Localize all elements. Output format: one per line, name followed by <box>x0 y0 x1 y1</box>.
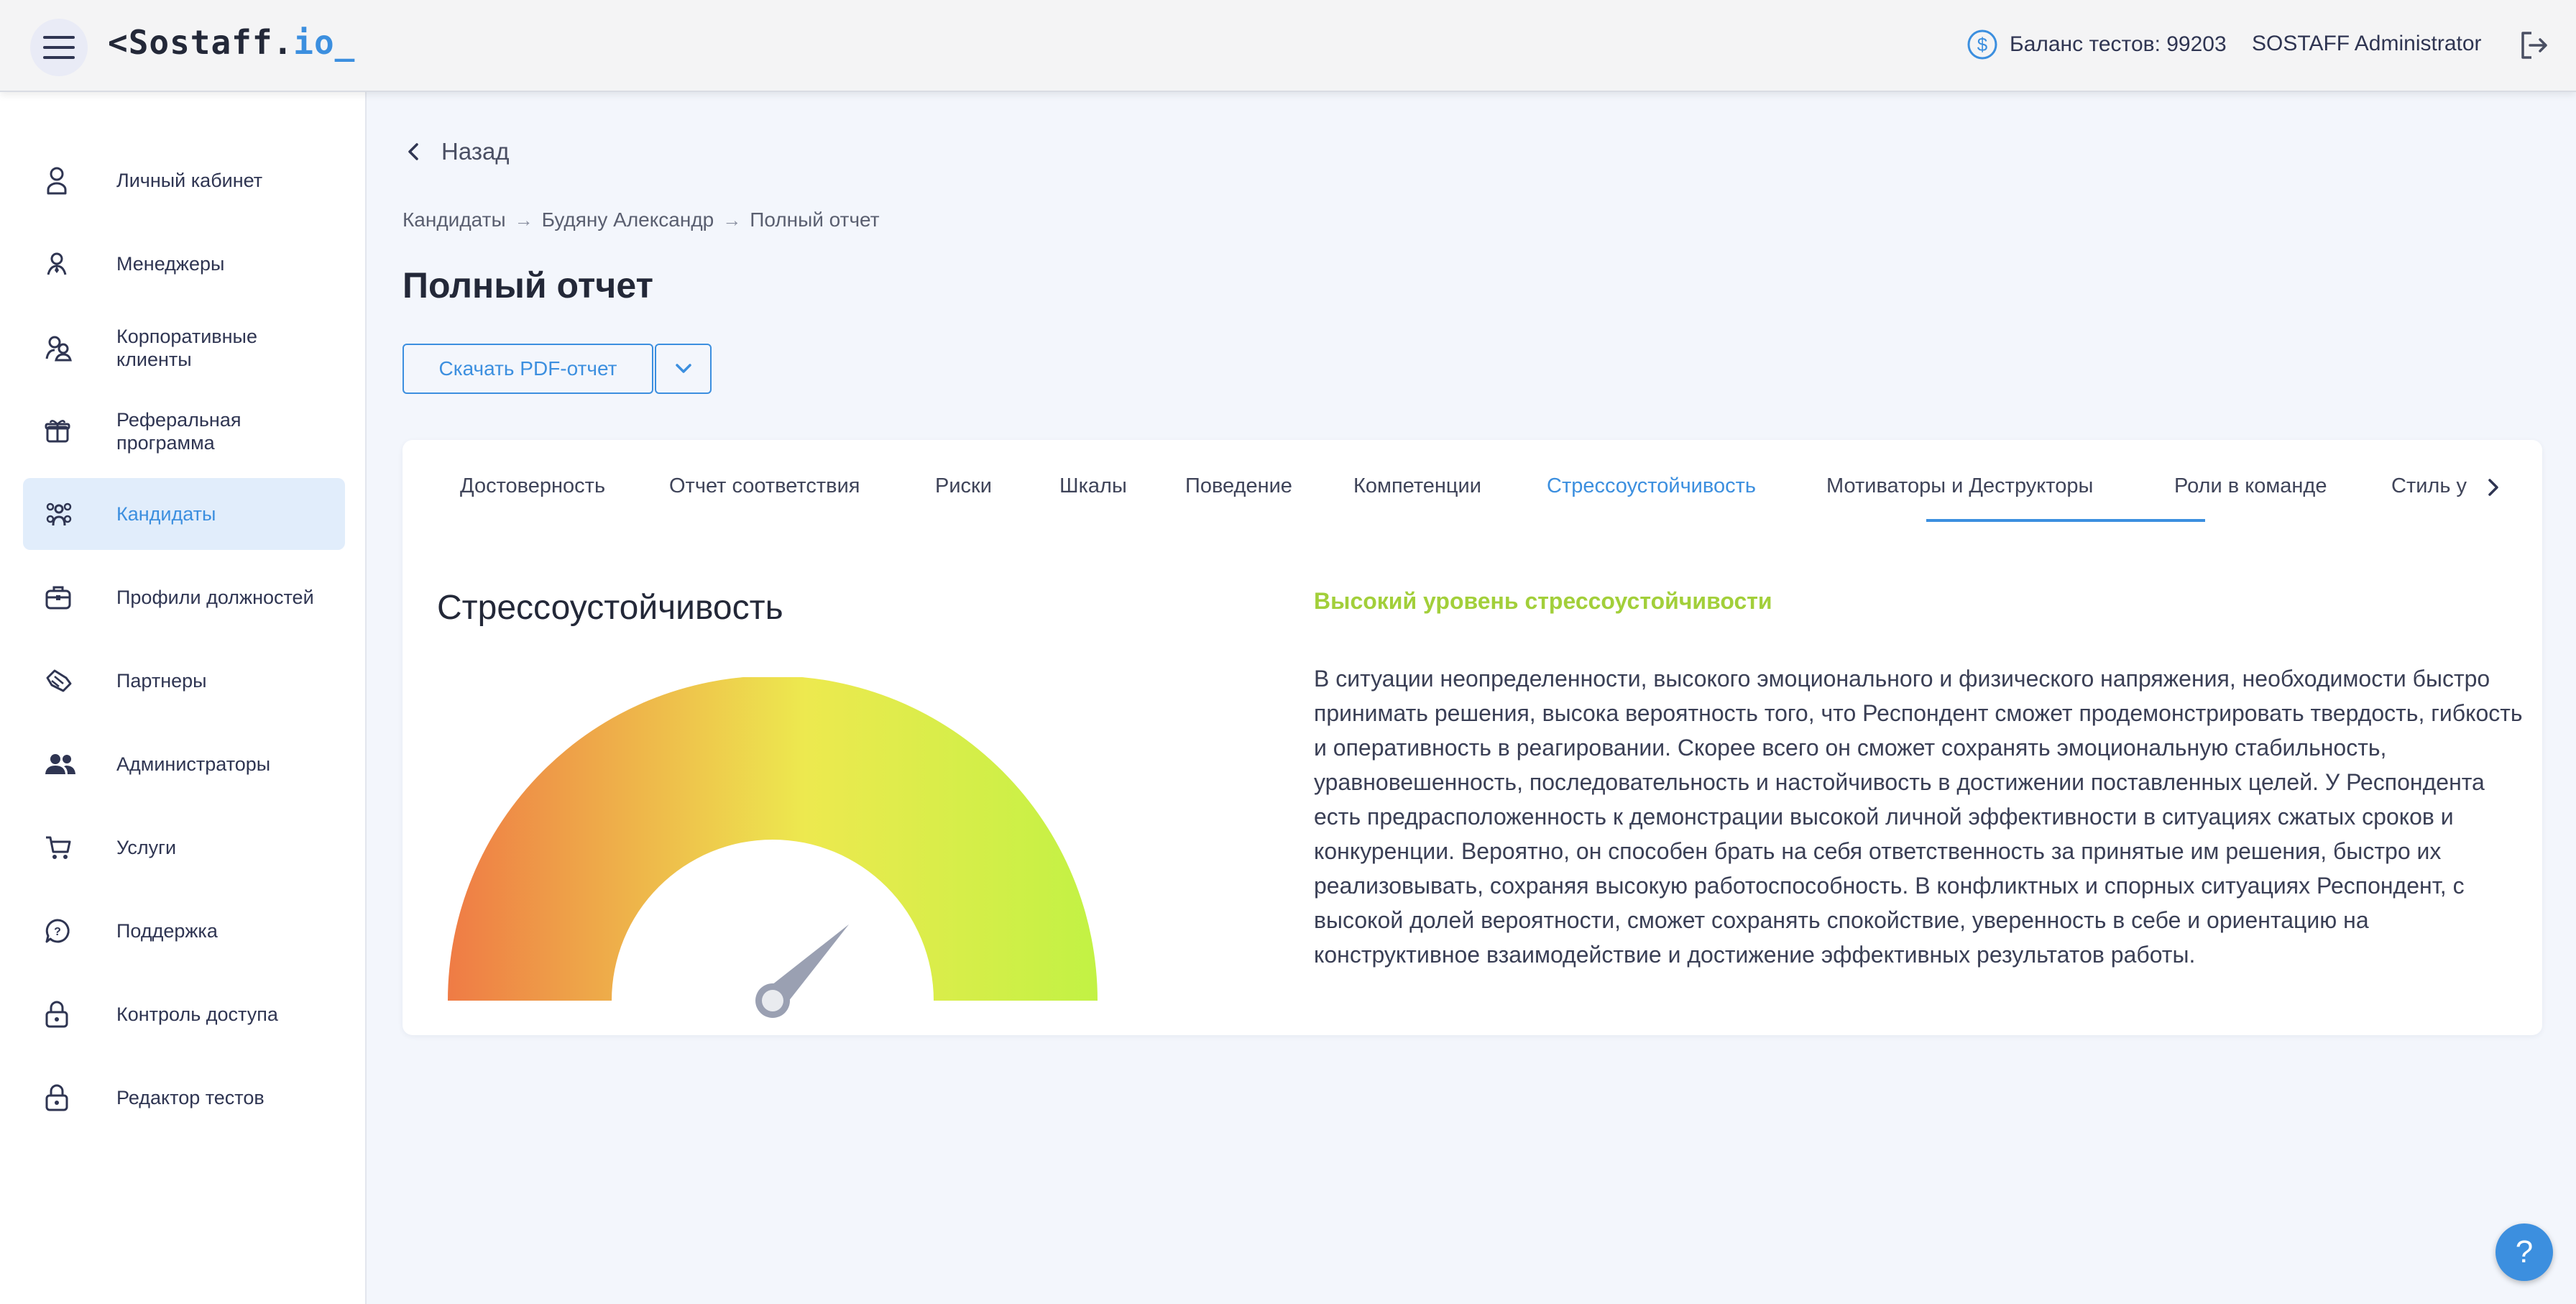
active-tab-indicator <box>1926 519 2205 522</box>
sidebar-item-label: Личный кабинет <box>116 170 263 191</box>
clients-icon <box>45 334 93 362</box>
back-link[interactable]: Назад <box>407 138 510 165</box>
lock-icon <box>45 1084 93 1111</box>
pdf-options-button[interactable] <box>655 344 712 394</box>
sidebar-item-job-profiles[interactable]: Профили должностей <box>23 561 345 633</box>
support-icon: ? <box>45 918 93 944</box>
hamburger-icon <box>43 36 75 59</box>
top-bar: <Sostaff.io_ $ Баланс тестов: 99203 SOST… <box>0 0 2576 92</box>
sidebar-item-administrators[interactable]: Администраторы <box>23 728 345 800</box>
logout-button[interactable] <box>2518 30 2549 64</box>
sidebar-item-label: Корпоративные клиенты <box>116 326 257 370</box>
sidebar-item-label: Поддержка <box>116 920 218 942</box>
tab-motivators-destructors[interactable]: Мотиваторы и Деструкторы <box>1826 474 2093 498</box>
tab-behavior[interactable]: Поведение <box>1185 474 1292 498</box>
help-button[interactable]: ? <box>2496 1223 2553 1281</box>
stress-description: В ситуации неопределенности, высокого эм… <box>1314 666 2523 968</box>
sidebar-item-label: Услуги <box>116 837 177 858</box>
app-logo[interactable]: <Sostaff.io_ <box>108 23 355 62</box>
sidebar-item-test-editor[interactable]: Редактор тестов <box>23 1062 345 1134</box>
lock-icon <box>45 1001 93 1028</box>
report-card: Достоверность Отчет соответствия Риски Ш… <box>402 440 2542 1035</box>
breadcrumb: Кандидаты → Будяну Александр → Полный от… <box>402 208 880 231</box>
sidebar-item-support[interactable]: ? Поддержка <box>23 895 345 967</box>
tab-competencies[interactable]: Компетенции <box>1353 474 1481 498</box>
chevron-left-icon <box>408 143 418 160</box>
arrow-right-icon: → <box>514 208 533 231</box>
sidebar-item-label: Партнеры <box>116 670 207 692</box>
sidebar-item-services[interactable]: Услуги <box>23 812 345 883</box>
tabs-scroll-right-button[interactable] <box>2487 477 2500 501</box>
sidebar-item-candidates[interactable]: Кандидаты <box>23 478 345 550</box>
arrow-right-icon: → <box>722 208 742 231</box>
report-tabs: Достоверность Отчет соответствия Риски Ш… <box>402 440 2542 523</box>
cart-icon <box>45 835 93 860</box>
sidebar-item-label: Администраторы <box>116 753 271 775</box>
sidebar-item-personal-account[interactable]: Личный кабинет <box>23 144 345 216</box>
handshake-icon <box>45 668 93 694</box>
tab-stress-resistance[interactable]: Стрессоустойчивость <box>1547 474 1756 498</box>
tab-style[interactable]: Стиль у <box>2391 474 2467 498</box>
gift-icon <box>45 418 93 444</box>
candidates-icon <box>45 500 93 528</box>
sidebar-item-label: Реферальная программа <box>116 409 242 454</box>
level-title: Высокий уровень стрессоустойчивости <box>1314 588 1772 614</box>
sidebar-item-label: Контроль доступа <box>116 1004 278 1025</box>
tab-risks[interactable]: Риски <box>935 474 992 498</box>
breadcrumb-item[interactable]: Кандидаты <box>402 208 506 231</box>
tab-team-roles[interactable]: Роли в команде <box>2174 474 2327 498</box>
briefcase-icon <box>45 584 93 610</box>
sidebar-item-corporate-clients[interactable]: Корпоративные клиенты <box>23 312 345 384</box>
dollar-icon: $ <box>1967 29 1997 60</box>
section-title: Стрессоустойчивость <box>437 589 783 627</box>
page-title: Полный отчет <box>402 265 653 306</box>
logout-icon <box>2521 32 2547 59</box>
user-icon <box>45 166 93 195</box>
sidebar-item-label: Редактор тестов <box>116 1087 264 1108</box>
back-label: Назад <box>441 138 510 165</box>
balance-label: Баланс тестов: 99203 <box>2010 32 2227 56</box>
sidebar-item-access-control[interactable]: Контроль доступа <box>23 978 345 1050</box>
sidebar-item-referral-program[interactable]: Реферальная программа <box>23 395 345 467</box>
tab-scales[interactable]: Шкалы <box>1059 474 1127 498</box>
sidebar-item-managers[interactable]: Менеджеры <box>23 228 345 300</box>
sidebar-item-label: Профили должностей <box>116 587 314 608</box>
menu-button[interactable] <box>30 19 88 76</box>
sidebar-item-partners[interactable]: Партнеры <box>23 645 345 717</box>
sidebar-item-label: Менеджеры <box>116 253 225 275</box>
svg-text:$: $ <box>1977 34 1988 55</box>
admins-icon <box>45 753 93 776</box>
gauge-needle <box>755 924 850 1018</box>
breadcrumb-item: Полный отчет <box>750 208 880 231</box>
chevron-right-icon <box>2488 479 2498 496</box>
manager-icon <box>45 252 93 276</box>
gauge-arc <box>448 677 1098 1001</box>
download-pdf-button[interactable]: Скачать PDF-отчет <box>402 344 653 394</box>
chevron-down-icon <box>675 364 691 373</box>
tab-conformity-report[interactable]: Отчет соответствия <box>669 474 860 498</box>
stress-gauge <box>448 677 1098 1018</box>
sidebar-item-label: Кандидаты <box>116 503 216 525</box>
tab-reliability[interactable]: Достоверность <box>460 474 605 498</box>
svg-text:?: ? <box>54 926 61 938</box>
sidebar: Личный кабинет Менеджеры Корпоративные к… <box>0 92 367 1304</box>
breadcrumb-item[interactable]: Будяну Александр <box>542 208 714 231</box>
user-name[interactable]: SOSTAFF Administrator <box>2252 32 2482 56</box>
tests-balance: $ Баланс тестов: 99203 <box>1966 29 2227 60</box>
